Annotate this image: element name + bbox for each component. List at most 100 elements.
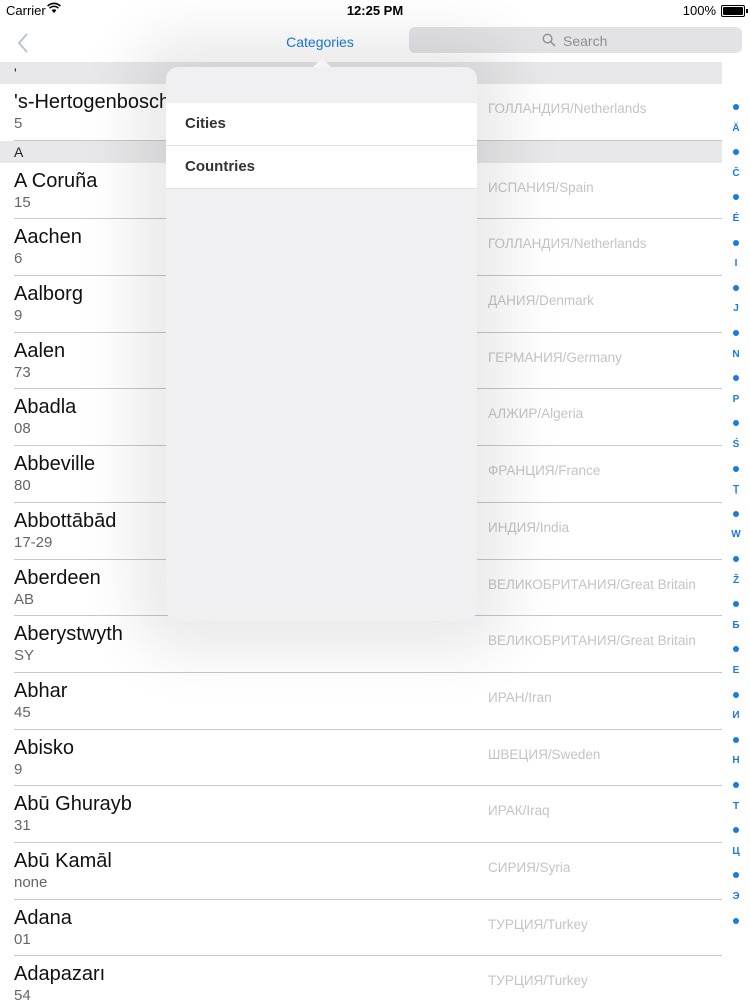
region-code: 15 [14,193,31,211]
categories-popover: Cities Countries [166,67,477,621]
country-label: ВЕЛИКОБРИТАНИЯ/Great Britain [488,633,696,649]
region-code: 5 [14,115,23,132]
city-name: Abbottābād [14,509,117,532]
index-dot[interactable] [733,510,739,517]
index-letter[interactable]: Ţ [722,484,750,495]
region-code: 80 [14,477,31,495]
city-name: Abū Ghurayb [14,793,132,816]
country-label: ТУРЦИЯ/Turkey [488,916,588,932]
city-name: Abhar [14,679,68,702]
index-letter[interactable]: Н [722,755,750,766]
city-name: Aalen [14,339,66,362]
index-dot[interactable] [733,827,739,834]
city-name: Abisko [14,736,75,759]
search-input[interactable]: Search [409,27,742,53]
index-dot[interactable] [733,465,739,472]
index-letter[interactable]: Е [722,665,750,676]
city-name: Abadla [14,396,77,419]
index-letter[interactable]: W [722,529,750,540]
index-dot[interactable] [733,375,739,382]
index-dot[interactable] [733,646,739,653]
region-code: 9 [14,760,23,778]
battery-icon [721,5,748,17]
search-placeholder: Search [563,33,608,49]
index-letter[interactable]: I [722,258,750,269]
country-label: ГОЛЛАНДИЯ/Netherlands [488,101,647,116]
city-name: A Coruña [14,169,98,192]
country-label: ИРАН/Iran [488,689,552,705]
city-row[interactable]: Abhar 45 ИРАН/Iran [0,672,722,730]
index-dot[interactable] [733,782,739,788]
country-label: ШВЕЦИЯ/Sweden [488,746,601,762]
region-code: 73 [14,363,31,381]
index-letter[interactable]: Т [722,801,750,812]
city-row[interactable]: Abū Kamāl none СИРИЯ/Syria [0,842,722,900]
index-letter[interactable]: Ц [722,846,750,857]
index-dot[interactable] [733,917,739,924]
navigation-bar: Categories Search [0,22,750,62]
index-letter[interactable]: И [722,710,750,721]
city-row[interactable]: Aberystwyth SY ВЕЛИКОБРИТАНИЯ/Great Britai… [0,616,722,673]
region-code: none [14,873,48,891]
city-row[interactable]: Adapazarı 54 ТУРЦИЯ/Turkey [0,956,722,1000]
index-letter[interactable]: Э [722,891,750,902]
region-code: AB [14,590,35,608]
status-bar: Carrier 12:25 PM 100% [0,0,750,22]
popover-item-countries[interactable]: Countries [166,146,477,189]
region-code: 9 [14,307,23,325]
popover-arrow [313,58,331,67]
index-dot[interactable] [733,420,739,427]
battery-percent: 100% [682,3,716,18]
region-code: 45 [14,703,31,721]
index-letter[interactable]: N [722,349,750,360]
popover-item-label: Cities [185,115,226,132]
country-label: АЛЖИР/Algeria [488,406,584,422]
index-dot[interactable] [733,284,739,291]
index-dot[interactable] [733,601,739,608]
country-label: ТУРЦИЯ/Turkey [488,973,588,989]
index-letter[interactable]: Ä [722,123,750,134]
chevron-left-icon[interactable] [12,28,34,58]
city-name: Aberystwyth [14,623,123,646]
country-label: СИРИЯ/Syria [488,859,571,875]
clock: 12:25 PM [346,3,404,18]
region-code: 01 [14,930,31,948]
country-label: ГОЛЛАНДИЯ/Netherlands [488,236,647,252]
index-letter[interactable]: Ś [722,439,750,450]
index-dot[interactable] [733,194,739,201]
city-row[interactable]: Abisko 9 ШВЕЦИЯ/Sweden [0,729,722,787]
index-letter[interactable]: Б [722,620,750,631]
section-index[interactable]: Ä Č É I J N P Ś Ţ W Ž Б Е И Н Т Ц Э [722,100,750,970]
index-letter[interactable]: J [722,303,750,314]
popover-item-cities[interactable]: Cities [166,103,477,146]
categories-button[interactable]: Categories [270,34,370,50]
index-letter[interactable]: Č [722,168,750,179]
index-dot[interactable] [733,239,739,246]
index-dot[interactable] [733,149,739,156]
index-dot[interactable] [733,556,739,562]
country-label: ГЕРМАНИЯ/Germany [488,349,622,365]
city-row[interactable]: Adana 01 ТУРЦИЯ/Turkey [0,899,722,957]
index-dot[interactable] [733,330,739,336]
index-dot[interactable] [733,104,739,110]
region-code: 31 [14,817,31,835]
city-name: Adapazarı [14,963,106,986]
region-code: 54 [14,987,31,1000]
index-dot[interactable] [733,736,739,743]
index-dot[interactable] [733,691,739,698]
city-row[interactable]: Abū Ghurayb 31 ИРАК/Iraq [0,786,722,843]
index-letter[interactable]: É [722,213,750,224]
country-label: ИНДИЯ/India [488,519,570,535]
popover-item-label: Countries [185,158,256,175]
region-code: 08 [14,420,31,438]
index-dot[interactable] [733,872,739,879]
region-code: 6 [14,250,23,268]
city-name: Aberdeen [14,566,101,589]
city-name: Aalborg [14,283,83,306]
city-name: 's-Hertogenbosch [14,91,171,113]
city-name: Adana [14,906,72,929]
city-name: Abbeville [14,453,96,476]
city-name: Aachen [14,226,82,249]
index-letter[interactable]: P [722,394,750,405]
index-letter[interactable]: Ž [722,575,750,586]
